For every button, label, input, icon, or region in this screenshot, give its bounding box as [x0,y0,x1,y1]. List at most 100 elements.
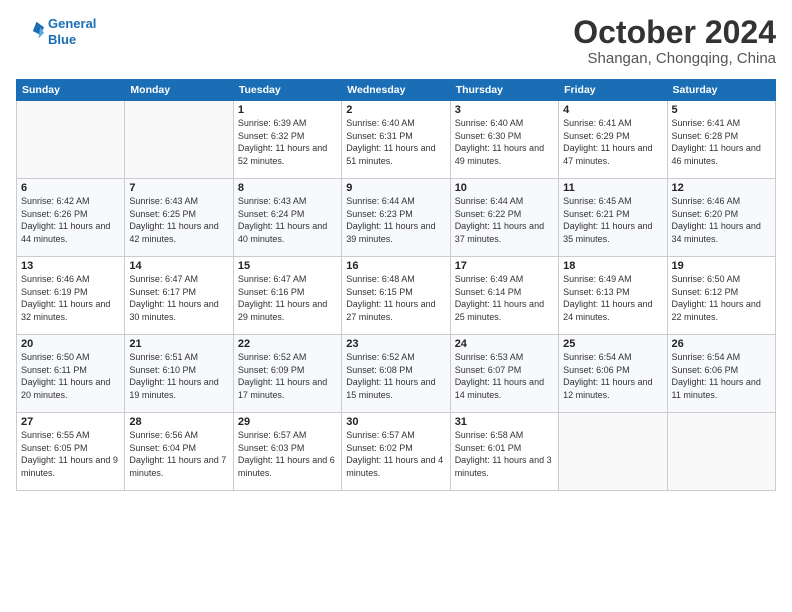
title-block: October 2024 Shangan, Chongqing, China [573,16,776,67]
day-info: Sunrise: 6:53 AMSunset: 6:07 PMDaylight:… [455,351,554,401]
day-info: Sunrise: 6:51 AMSunset: 6:10 PMDaylight:… [129,351,228,401]
logo-line1: General [48,16,96,31]
day-number: 24 [455,338,554,350]
weekday-header: Monday [125,80,233,101]
calendar-cell [17,101,125,179]
day-info: Sunrise: 6:45 AMSunset: 6:21 PMDaylight:… [563,195,662,245]
calendar-cell: 8Sunrise: 6:43 AMSunset: 6:24 PMDaylight… [233,179,341,257]
day-info: Sunrise: 6:48 AMSunset: 6:15 PMDaylight:… [346,273,445,323]
day-info: Sunrise: 6:57 AMSunset: 6:03 PMDaylight:… [238,429,337,479]
day-number: 7 [129,182,228,194]
weekday-header: Friday [559,80,667,101]
calendar-cell: 1Sunrise: 6:39 AMSunset: 6:32 PMDaylight… [233,101,341,179]
logo-text: General Blue [48,16,96,47]
day-info: Sunrise: 6:39 AMSunset: 6:32 PMDaylight:… [238,117,337,167]
day-info: Sunrise: 6:58 AMSunset: 6:01 PMDaylight:… [455,429,554,479]
day-number: 14 [129,260,228,272]
day-number: 27 [21,416,120,428]
day-number: 31 [455,416,554,428]
logo-icon [16,18,44,46]
day-info: Sunrise: 6:44 AMSunset: 6:22 PMDaylight:… [455,195,554,245]
weekday-header: Saturday [667,80,775,101]
day-number: 15 [238,260,337,272]
calendar-cell: 28Sunrise: 6:56 AMSunset: 6:04 PMDayligh… [125,413,233,491]
calendar-cell: 30Sunrise: 6:57 AMSunset: 6:02 PMDayligh… [342,413,450,491]
day-number: 22 [238,338,337,350]
day-info: Sunrise: 6:54 AMSunset: 6:06 PMDaylight:… [672,351,771,401]
logo-line2: Blue [48,32,76,47]
weekday-header: Sunday [17,80,125,101]
day-number: 9 [346,182,445,194]
calendar-week-row: 1Sunrise: 6:39 AMSunset: 6:32 PMDaylight… [17,101,776,179]
calendar-cell: 23Sunrise: 6:52 AMSunset: 6:08 PMDayligh… [342,335,450,413]
day-info: Sunrise: 6:55 AMSunset: 6:05 PMDaylight:… [21,429,120,479]
day-info: Sunrise: 6:52 AMSunset: 6:09 PMDaylight:… [238,351,337,401]
day-info: Sunrise: 6:44 AMSunset: 6:23 PMDaylight:… [346,195,445,245]
day-number: 5 [672,104,771,116]
day-number: 20 [21,338,120,350]
day-info: Sunrise: 6:47 AMSunset: 6:17 PMDaylight:… [129,273,228,323]
calendar-cell: 22Sunrise: 6:52 AMSunset: 6:09 PMDayligh… [233,335,341,413]
calendar-cell [559,413,667,491]
calendar-cell: 12Sunrise: 6:46 AMSunset: 6:20 PMDayligh… [667,179,775,257]
calendar-cell: 16Sunrise: 6:48 AMSunset: 6:15 PMDayligh… [342,257,450,335]
day-number: 23 [346,338,445,350]
calendar-cell: 11Sunrise: 6:45 AMSunset: 6:21 PMDayligh… [559,179,667,257]
day-info: Sunrise: 6:49 AMSunset: 6:13 PMDaylight:… [563,273,662,323]
calendar-cell: 13Sunrise: 6:46 AMSunset: 6:19 PMDayligh… [17,257,125,335]
calendar-cell [125,101,233,179]
day-number: 21 [129,338,228,350]
calendar-cell: 20Sunrise: 6:50 AMSunset: 6:11 PMDayligh… [17,335,125,413]
weekday-header: Wednesday [342,80,450,101]
day-info: Sunrise: 6:46 AMSunset: 6:20 PMDaylight:… [672,195,771,245]
day-number: 18 [563,260,662,272]
day-number: 4 [563,104,662,116]
day-number: 25 [563,338,662,350]
calendar-cell: 27Sunrise: 6:55 AMSunset: 6:05 PMDayligh… [17,413,125,491]
day-info: Sunrise: 6:52 AMSunset: 6:08 PMDaylight:… [346,351,445,401]
header: General Blue October 2024 Shangan, Chong… [16,16,776,67]
day-info: Sunrise: 6:43 AMSunset: 6:24 PMDaylight:… [238,195,337,245]
location: Shangan, Chongqing, China [573,50,776,67]
calendar-cell: 5Sunrise: 6:41 AMSunset: 6:28 PMDaylight… [667,101,775,179]
calendar-week-row: 13Sunrise: 6:46 AMSunset: 6:19 PMDayligh… [17,257,776,335]
day-number: 19 [672,260,771,272]
day-number: 12 [672,182,771,194]
day-number: 17 [455,260,554,272]
calendar-cell: 17Sunrise: 6:49 AMSunset: 6:14 PMDayligh… [450,257,558,335]
calendar-header-row: SundayMondayTuesdayWednesdayThursdayFrid… [17,80,776,101]
day-number: 8 [238,182,337,194]
day-info: Sunrise: 6:40 AMSunset: 6:31 PMDaylight:… [346,117,445,167]
calendar-cell: 7Sunrise: 6:43 AMSunset: 6:25 PMDaylight… [125,179,233,257]
day-info: Sunrise: 6:50 AMSunset: 6:11 PMDaylight:… [21,351,120,401]
calendar-week-row: 27Sunrise: 6:55 AMSunset: 6:05 PMDayligh… [17,413,776,491]
calendar-cell: 26Sunrise: 6:54 AMSunset: 6:06 PMDayligh… [667,335,775,413]
day-info: Sunrise: 6:49 AMSunset: 6:14 PMDaylight:… [455,273,554,323]
calendar-cell: 18Sunrise: 6:49 AMSunset: 6:13 PMDayligh… [559,257,667,335]
weekday-header: Tuesday [233,80,341,101]
day-number: 26 [672,338,771,350]
calendar-cell: 29Sunrise: 6:57 AMSunset: 6:03 PMDayligh… [233,413,341,491]
day-info: Sunrise: 6:43 AMSunset: 6:25 PMDaylight:… [129,195,228,245]
page: General Blue October 2024 Shangan, Chong… [0,0,792,612]
day-info: Sunrise: 6:54 AMSunset: 6:06 PMDaylight:… [563,351,662,401]
calendar-cell: 31Sunrise: 6:58 AMSunset: 6:01 PMDayligh… [450,413,558,491]
day-number: 16 [346,260,445,272]
calendar-cell: 24Sunrise: 6:53 AMSunset: 6:07 PMDayligh… [450,335,558,413]
calendar-cell: 21Sunrise: 6:51 AMSunset: 6:10 PMDayligh… [125,335,233,413]
day-info: Sunrise: 6:47 AMSunset: 6:16 PMDaylight:… [238,273,337,323]
calendar-cell: 10Sunrise: 6:44 AMSunset: 6:22 PMDayligh… [450,179,558,257]
day-number: 28 [129,416,228,428]
day-number: 11 [563,182,662,194]
day-number: 10 [455,182,554,194]
calendar-cell: 4Sunrise: 6:41 AMSunset: 6:29 PMDaylight… [559,101,667,179]
calendar-cell: 2Sunrise: 6:40 AMSunset: 6:31 PMDaylight… [342,101,450,179]
calendar-cell: 9Sunrise: 6:44 AMSunset: 6:23 PMDaylight… [342,179,450,257]
day-info: Sunrise: 6:50 AMSunset: 6:12 PMDaylight:… [672,273,771,323]
day-info: Sunrise: 6:41 AMSunset: 6:28 PMDaylight:… [672,117,771,167]
day-info: Sunrise: 6:41 AMSunset: 6:29 PMDaylight:… [563,117,662,167]
calendar-cell: 15Sunrise: 6:47 AMSunset: 6:16 PMDayligh… [233,257,341,335]
calendar-week-row: 6Sunrise: 6:42 AMSunset: 6:26 PMDaylight… [17,179,776,257]
day-number: 3 [455,104,554,116]
calendar-cell: 19Sunrise: 6:50 AMSunset: 6:12 PMDayligh… [667,257,775,335]
